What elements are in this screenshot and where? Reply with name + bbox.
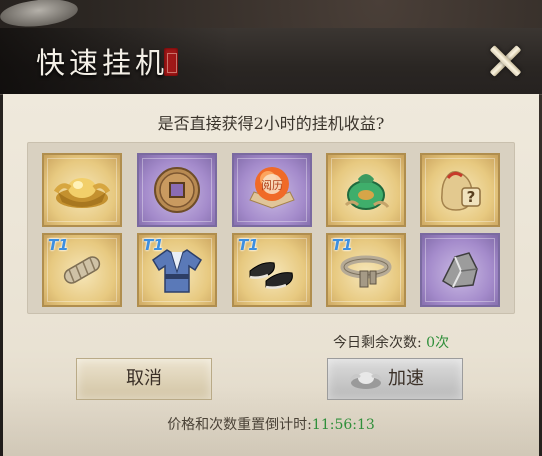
reward-slot-gold-ingot[interactable]: [42, 153, 122, 227]
mystery-bag-icon: ?: [441, 171, 481, 211]
accelerate-button[interactable]: 加速: [327, 358, 463, 400]
reward-slot-belt[interactable]: T1: [326, 233, 406, 307]
close-button[interactable]: [480, 38, 530, 84]
reward-slot-arm-wraps[interactable]: T1: [42, 233, 122, 307]
reward-slot-copper-coin[interactable]: [137, 153, 217, 227]
gold-ingot-icon: [54, 178, 110, 208]
game-screen: 快速挂机 是否直接获得2小时的挂机收益? 阅历 ? T1 T1 T1 T1 今日…: [0, 0, 542, 456]
copper-coin-icon: [154, 167, 200, 213]
iron-ore-icon: [442, 252, 478, 288]
hat-decoration: [0, 0, 80, 31]
seal-icon: [164, 48, 178, 76]
tier-badge: T1: [143, 236, 164, 254]
experience-orb-icon: 阅历: [249, 167, 295, 209]
jade-pouch-icon: [344, 174, 390, 210]
reset-countdown: 价格和次数重置倒计时:11:56:13: [3, 414, 539, 434]
dialog-panel: 是否直接获得2小时的挂机收益? 阅历 ? T1 T1 T1 T1 今日剩余次数:…: [3, 94, 539, 456]
reward-grid: 阅历 ? T1 T1 T1 T1: [27, 142, 515, 314]
remaining-value: 0次: [426, 335, 450, 351]
tier-badge: T1: [332, 236, 353, 254]
reward-slot-experience-orb[interactable]: 阅历: [232, 153, 312, 227]
tier-badge: T1: [48, 236, 69, 254]
reward-slot-iron-ore[interactable]: [420, 233, 500, 307]
reward-slot-jade-pouch[interactable]: [326, 153, 406, 227]
question-text: 是否直接获得2小时的挂机收益?: [157, 114, 385, 133]
silver-ingot-icon: [350, 372, 382, 389]
tier-badge: T1: [238, 236, 259, 254]
reward-slot-robe[interactable]: T1: [137, 233, 217, 307]
reward-slot-mystery-bag[interactable]: ?: [420, 153, 500, 227]
accelerate-button-label: 加速: [388, 368, 424, 389]
reset-label: 价格和次数重置倒计时:: [167, 417, 312, 433]
experience-orb-label: 阅历: [261, 179, 283, 192]
reset-time: 11:56:13: [311, 417, 375, 433]
dialog-title: 快速挂机: [36, 46, 169, 80]
mystery-bag-label: ?: [467, 188, 476, 206]
cancel-button-label: 取消: [126, 368, 162, 389]
remaining-count: 今日剩余次数: 0次: [333, 332, 449, 352]
remaining-label: 今日剩余次数:: [333, 335, 422, 351]
cancel-button[interactable]: 取消: [76, 358, 212, 400]
reward-slot-boots[interactable]: T1: [232, 233, 312, 307]
